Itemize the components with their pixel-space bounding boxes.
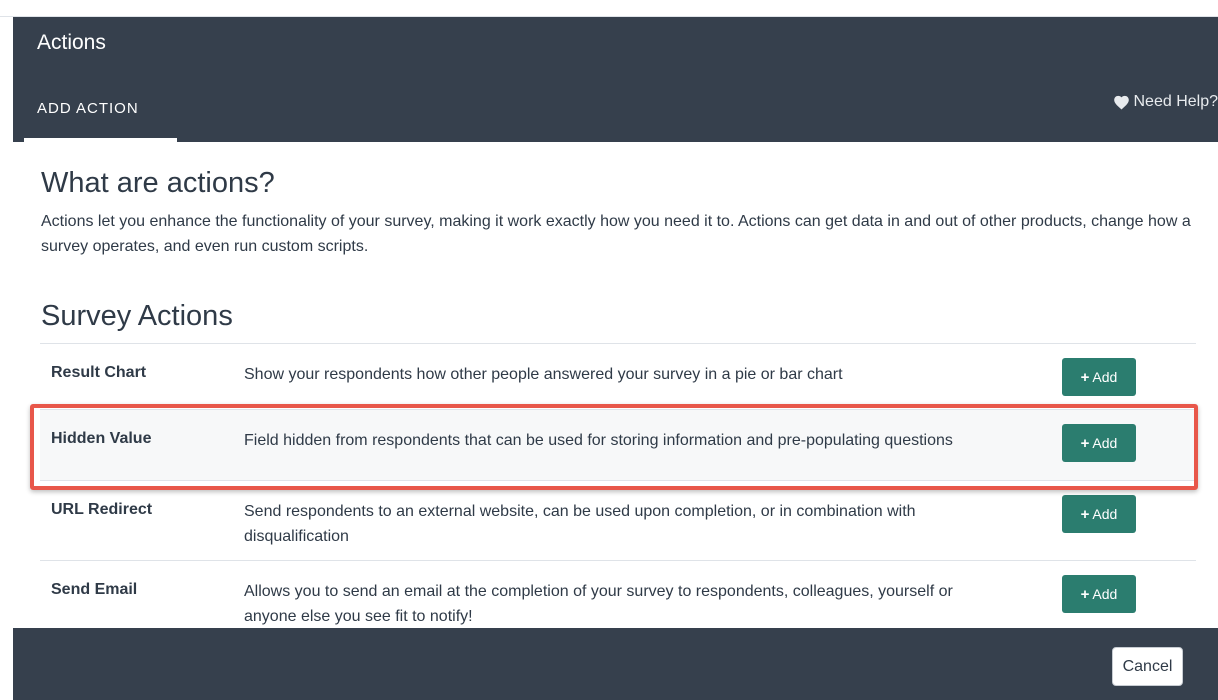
intro-text: Actions let you enhance the functionalit… [41,213,1191,255]
plus-icon: + [1080,585,1090,603]
add-send-email-button[interactable]: + Add [1062,575,1136,613]
survey-actions-heading: Survey Actions [41,300,233,332]
tab-add-action[interactable]: ADD ACTION [37,100,139,117]
action-description: Show your respondents how other people a… [244,366,843,383]
need-help-link[interactable]: Need Help? [1113,93,1218,111]
add-result-chart-button[interactable]: + Add [1062,358,1136,396]
action-description: Allows you to send an email at the compl… [244,583,953,625]
action-name: URL Redirect [51,501,153,518]
action-row-hidden-value: Hidden Value Field hidden from responden… [40,410,1196,481]
page-left-edge [0,17,13,700]
action-name: Result Chart [51,364,147,381]
survey-actions-table: Result Chart Show your respondents how o… [40,343,1196,628]
add-url-redirect-button[interactable]: + Add [1062,495,1136,533]
add-hidden-value-button[interactable]: + Add [1062,424,1136,462]
actions-modal: Actions ADD ACTION Need Help? What are a… [13,17,1218,700]
plus-icon: + [1080,434,1090,452]
action-name: Hidden Value [51,430,152,447]
modal-header: Actions ADD ACTION Need Help? [13,17,1218,142]
modal-footer: Cancel [13,628,1218,700]
intro-heading: What are actions? [41,167,275,199]
add-label: Add [1092,435,1118,451]
modal-content[interactable]: What are actions? Actions let you enhanc… [13,142,1218,628]
action-row-send-email: Send Email Allows you to send an email a… [40,561,1196,628]
add-label: Add [1092,369,1118,385]
need-help-label: Need Help? [1133,93,1218,110]
add-label: Add [1092,586,1118,602]
add-label: Add [1092,506,1118,522]
action-row-result-chart: Result Chart Show your respondents how o… [40,344,1196,410]
action-row-url-redirect: URL Redirect Send respondents to an exte… [40,481,1196,561]
modal-title: Actions [37,31,106,54]
heart-icon [1113,95,1129,110]
cancel-button[interactable]: Cancel [1112,647,1183,686]
page-top-edge [0,0,1218,17]
plus-icon: + [1080,368,1090,386]
plus-icon: + [1080,505,1090,523]
action-description: Send respondents to an external website,… [244,503,916,545]
action-name: Send Email [51,581,138,598]
action-description: Field hidden from respondents that can b… [244,432,953,449]
